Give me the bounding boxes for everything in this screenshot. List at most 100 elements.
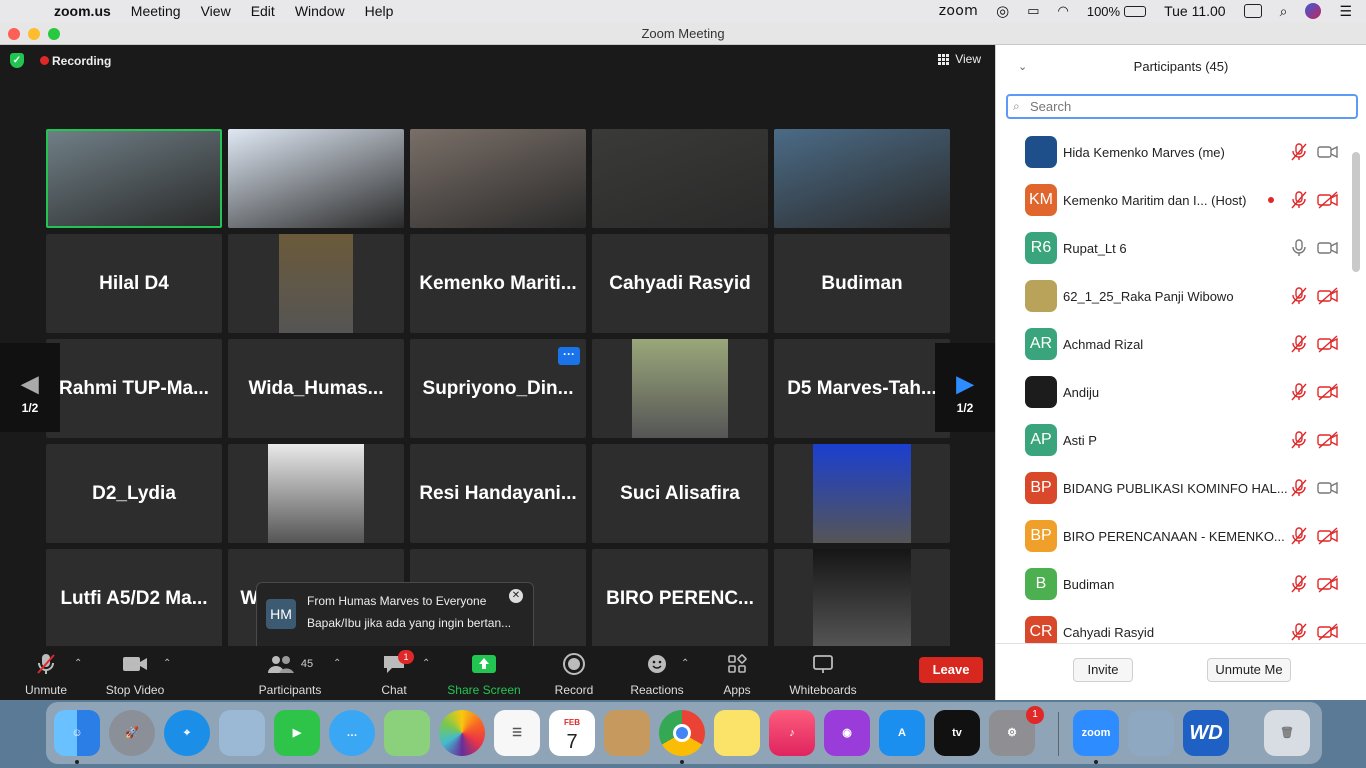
- input-source-icon[interactable]: [1243, 4, 1262, 18]
- participant-video-tile[interactable]: [592, 339, 768, 438]
- participant-video-tile[interactable]: Budiman: [774, 234, 950, 333]
- chat-options-chevron-icon[interactable]: ⌃: [422, 658, 430, 669]
- participant-video-tile[interactable]: [410, 129, 586, 228]
- participant-video-tile[interactable]: Suci Alisafira: [592, 444, 768, 543]
- menu-app-name[interactable]: zoom.us: [54, 3, 111, 19]
- stop-video-button[interactable]: Stop Video: [103, 652, 167, 697]
- menu-edit[interactable]: Edit: [251, 3, 275, 19]
- participant-video-tile[interactable]: [774, 549, 950, 648]
- video-options-chevron-icon[interactable]: ⌃: [163, 658, 171, 669]
- recording-indicator[interactable]: Recording: [32, 54, 111, 68]
- zoom-dock-icon[interactable]: zoom: [1073, 710, 1119, 756]
- participant-video-tile[interactable]: [592, 129, 768, 228]
- menu-help[interactable]: Help: [365, 3, 394, 19]
- chat-button[interactable]: 1 Chat: [374, 650, 414, 697]
- next-page-button[interactable]: ▶ 1/2: [935, 343, 995, 432]
- fullscreen-window-button[interactable]: [48, 28, 60, 40]
- menu-window[interactable]: Window: [295, 3, 345, 19]
- chrome-icon[interactable]: [659, 710, 705, 756]
- record-button[interactable]: Record: [550, 652, 598, 697]
- menubar-clock[interactable]: Tue 11.00: [1164, 3, 1226, 19]
- apple-tv-icon[interactable]: tv: [934, 710, 980, 756]
- music-icon[interactable]: ♪: [769, 710, 815, 756]
- minimize-window-button[interactable]: [28, 28, 40, 40]
- reminders-icon[interactable]: ☰: [494, 710, 540, 756]
- participant-row[interactable]: B Budiman: [996, 560, 1352, 608]
- audio-options-chevron-icon[interactable]: ⌃: [74, 658, 82, 669]
- close-window-button[interactable]: [8, 28, 20, 40]
- calendar-icon[interactable]: FEB 7: [549, 710, 595, 756]
- participant-row[interactable]: R6 Rupat_Lt 6: [996, 224, 1352, 272]
- unmute-button[interactable]: Unmute: [22, 652, 70, 697]
- apps-button[interactable]: Apps: [719, 652, 755, 697]
- invite-button[interactable]: Invite: [1073, 658, 1133, 682]
- collapse-panel-chevron-icon[interactable]: ⌄: [1018, 45, 1027, 89]
- app-store-icon[interactable]: A: [879, 710, 925, 756]
- participant-video-tile[interactable]: Rahmi TUP-Ma...: [46, 339, 222, 438]
- zoom-status-item[interactable]: zoom: [939, 3, 978, 19]
- participant-list-scrollbar[interactable]: [1352, 152, 1360, 272]
- spotlight-search-icon[interactable]: ⌕: [1280, 3, 1288, 20]
- preview-icon[interactable]: [219, 710, 265, 756]
- messages-icon[interactable]: …: [329, 710, 375, 756]
- launchpad-icon[interactable]: 🚀: [109, 710, 155, 756]
- participant-video-tile[interactable]: [774, 129, 950, 228]
- participant-video-tile[interactable]: Cahyadi Rasyid: [592, 234, 768, 333]
- participant-row[interactable]: Hida Kemenko Marves (me): [996, 128, 1352, 176]
- wifi-icon[interactable]: ◠: [1058, 3, 1069, 19]
- view-button[interactable]: View: [938, 52, 981, 66]
- participant-row[interactable]: AP Asti P: [996, 416, 1352, 464]
- participant-video-tile[interactable]: D2_Lydia: [46, 444, 222, 543]
- facetime-icon[interactable]: ▶: [274, 710, 320, 756]
- participant-video-tile[interactable]: [228, 234, 404, 333]
- image-capture-icon[interactable]: [1128, 710, 1174, 756]
- wd-drive-icon[interactable]: WD: [1183, 710, 1229, 756]
- participant-video-tile[interactable]: Kemenko Mariti...: [410, 234, 586, 333]
- safari-icon[interactable]: ⌖: [164, 710, 210, 756]
- notes-icon[interactable]: [714, 710, 760, 756]
- contacts-icon[interactable]: [604, 710, 650, 756]
- participant-video-tile[interactable]: Lutfi A5/D2 Ma...: [46, 549, 222, 648]
- participant-row[interactable]: Andiju: [996, 368, 1352, 416]
- airplay-icon[interactable]: ▭: [1027, 3, 1039, 19]
- siri-icon[interactable]: [1305, 3, 1322, 19]
- control-center-icon[interactable]: ☰: [1339, 3, 1352, 20]
- participant-video-tile[interactable]: [774, 444, 950, 543]
- reactions-options-chevron-icon[interactable]: ⌃: [681, 658, 689, 669]
- participants-button[interactable]: 45 Participants: [255, 652, 325, 697]
- participant-video-tile[interactable]: Supriyono_Din... ···: [410, 339, 586, 438]
- participant-video-tile[interactable]: D5 Marves-Tah...: [774, 339, 950, 438]
- participant-row[interactable]: CR Cahyadi Rasyid: [996, 608, 1352, 643]
- previous-page-button[interactable]: ◀ 1/2: [0, 343, 60, 432]
- participant-video-tile[interactable]: [46, 129, 222, 228]
- whiteboards-button[interactable]: Whiteboards: [786, 652, 860, 697]
- participant-video-tile[interactable]: BIRO PERENC...: [592, 549, 768, 648]
- photos-icon[interactable]: [439, 710, 485, 756]
- participant-video-tile[interactable]: Resi Handayani...: [410, 444, 586, 543]
- menu-meeting[interactable]: Meeting: [131, 3, 181, 19]
- participant-row[interactable]: BP BIRO PERENCANAAN - KEMENKO...: [996, 512, 1352, 560]
- participant-search-input[interactable]: ⌕ Search: [1006, 94, 1358, 119]
- participant-video-tile[interactable]: Wida_Humas...: [228, 339, 404, 438]
- reactions-button[interactable]: Reactions: [627, 652, 687, 697]
- trash-icon[interactable]: 🗑: [1264, 710, 1310, 756]
- tile-more-options-icon[interactable]: ···: [558, 347, 580, 365]
- menu-view[interactable]: View: [201, 3, 231, 19]
- participants-options-chevron-icon[interactable]: ⌃: [333, 658, 341, 669]
- maps-icon[interactable]: [384, 710, 430, 756]
- unmute-me-button[interactable]: Unmute Me: [1207, 658, 1291, 682]
- participant-video-tile[interactable]: [228, 444, 404, 543]
- creative-cloud-icon[interactable]: ◎: [996, 2, 1009, 20]
- participant-row[interactable]: 62_1_25_Raka Panji Wibowo: [996, 272, 1352, 320]
- participant-row[interactable]: AR Achmad Rizal: [996, 320, 1352, 368]
- battery-status[interactable]: 100%: [1087, 4, 1147, 19]
- participant-video-tile[interactable]: Hilal D4: [46, 234, 222, 333]
- finder-icon[interactable]: ☺: [54, 710, 100, 756]
- participant-video-tile[interactable]: [228, 129, 404, 228]
- participant-row[interactable]: KM Kemenko Maritim dan I... (Host): [996, 176, 1352, 224]
- podcasts-icon[interactable]: ◉: [824, 710, 870, 756]
- share-screen-button[interactable]: Share Screen: [444, 652, 524, 697]
- participant-row[interactable]: BP BIDANG PUBLIKASI KOMINFO HAL...: [996, 464, 1352, 512]
- leave-meeting-button[interactable]: Leave: [919, 657, 983, 683]
- security-shield-icon[interactable]: ✓: [10, 53, 24, 68]
